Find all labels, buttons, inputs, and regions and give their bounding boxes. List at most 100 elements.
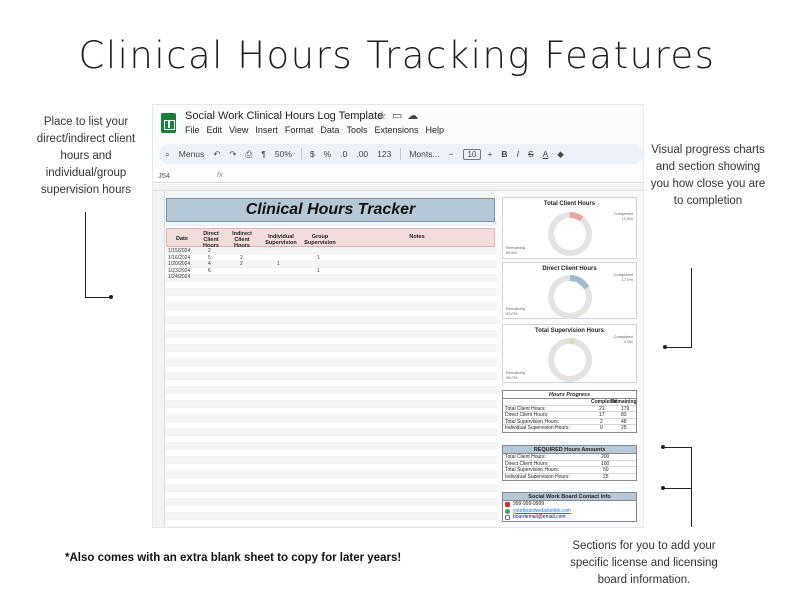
globe-icon xyxy=(505,508,510,514)
text-color-button[interactable]: A xyxy=(543,149,549,159)
redo-icon[interactable]: ↷ xyxy=(229,149,236,160)
tracker-title[interactable]: Clinical Hours Tracker xyxy=(166,198,495,222)
search-icon[interactable]: ⌕ xyxy=(165,149,170,160)
cell-indirect[interactable]: 2 xyxy=(240,261,243,267)
phone-icon xyxy=(505,502,510,507)
note-hours-list: Place to list your direct/indirect clien… xyxy=(36,116,136,196)
required-hours-table: REQUIRED Hours Amounts Total Client Hour… xyxy=(502,445,637,481)
increase-decimal-button[interactable]: .00 xyxy=(356,149,368,159)
undo-icon[interactable]: ↶ xyxy=(213,149,220,160)
header-direct-client: Direct Client Hours xyxy=(203,231,219,249)
italic-button[interactable]: I xyxy=(517,149,519,159)
row-headers[interactable] xyxy=(153,191,165,527)
fill-color-icon[interactable]: ◆ xyxy=(557,149,564,160)
page-title: Clinical Hours Tracking Features xyxy=(78,34,716,77)
font-size-decrease-button[interactable]: − xyxy=(449,149,454,159)
cell-indirect[interactable]: 2 xyxy=(240,255,243,261)
cell-group[interactable]: 1 xyxy=(317,255,320,261)
decrease-decimal-button[interactable]: .0 xyxy=(340,149,347,159)
menu-data[interactable]: Data xyxy=(320,125,339,135)
cell-required[interactable]: 25 xyxy=(603,474,609,481)
note-license-info: Sections for you to add your specific li… xyxy=(570,540,718,586)
sheets-logo-icon[interactable] xyxy=(161,113,176,133)
spreadsheet-window: Social Work Clinical Hours Log Template … xyxy=(152,104,644,528)
cell-completed[interactable]: 0 xyxy=(600,425,603,432)
cell-date[interactable]: 1/20/2024 xyxy=(168,261,190,267)
remaining-label: Remaining 89.5% xyxy=(506,245,526,255)
cell-individual[interactable]: 1 xyxy=(277,261,280,267)
website-link[interactable]: yourboardwebsitelink.com xyxy=(513,508,571,514)
contact-email[interactable]: boardemail@email.com xyxy=(503,514,636,521)
chart-direct-client-hours[interactable]: Direct Client Hours Completed 17.0% Remai… xyxy=(502,262,637,319)
menu-insert[interactable]: Insert xyxy=(255,125,278,135)
font-size-input[interactable]: 10 xyxy=(462,148,482,160)
column-headers[interactable] xyxy=(153,184,643,191)
table-row[interactable]: 1/24/2024 xyxy=(166,274,495,281)
search-menus[interactable]: Menus xyxy=(179,149,205,159)
connector-right-horizontal xyxy=(665,347,692,348)
chart-total-client-hours[interactable]: Total Client Hours Completed 10.5% Remain… xyxy=(502,197,637,259)
percent-format-button[interactable]: % xyxy=(324,149,332,159)
cloud-icon[interactable]: ☁ xyxy=(407,110,423,122)
cell-date[interactable]: 1/23/2024 xyxy=(168,268,190,274)
header-individual-supervision: Individual Supervision xyxy=(265,234,297,246)
cell-direct[interactable]: 4 xyxy=(208,261,211,267)
number-format-button[interactable]: 123 xyxy=(377,149,391,159)
menu-edit[interactable]: Edit xyxy=(207,125,223,135)
cell-direct[interactable]: 5 xyxy=(208,255,211,261)
bold-button[interactable]: B xyxy=(501,149,507,159)
connector-bottom-vertical xyxy=(691,447,692,527)
formula-bar: J54 fx xyxy=(153,169,643,183)
donut-chart xyxy=(548,275,592,319)
menu-file[interactable]: File xyxy=(185,125,200,135)
folder-icon[interactable]: ▭ xyxy=(392,110,407,122)
font-size-increase-button[interactable]: + xyxy=(487,149,492,159)
phone-value[interactable]: 999-999-9999 xyxy=(513,501,544,507)
menu-help[interactable]: Help xyxy=(425,125,444,135)
header-notes: Notes xyxy=(409,234,425,240)
menu-extensions[interactable]: Extensions xyxy=(374,125,418,135)
cell-date[interactable]: 1/15/2024 xyxy=(168,248,190,254)
completed-label: Completed 10.5% xyxy=(613,211,633,221)
cell-date[interactable]: 1/24/2024 xyxy=(168,274,190,280)
chart-title: Total Client Hours xyxy=(543,201,596,207)
cell-direct[interactable]: 2 xyxy=(208,248,211,254)
currency-format-button[interactable]: $ xyxy=(310,149,315,159)
fx-icon: fx xyxy=(217,170,223,179)
strikethrough-button[interactable]: S xyxy=(528,149,534,159)
connector-left-vertical xyxy=(85,212,86,298)
table-row[interactable]: Individual Supervision Hours: 25 xyxy=(503,474,636,481)
cell-date[interactable]: 1/16/2024 xyxy=(168,255,190,261)
menu-format[interactable]: Format xyxy=(285,125,314,135)
paint-format-icon[interactable]: ¶ xyxy=(261,149,266,159)
email-icon xyxy=(505,515,510,520)
row-label: Individual Supervision Hours: xyxy=(505,425,570,431)
donut-chart xyxy=(548,338,592,382)
zoom-select[interactable]: 50% xyxy=(275,149,292,159)
divider xyxy=(300,148,302,160)
cell-remaining[interactable]: 25 xyxy=(621,425,627,432)
footer-note: *Also comes with an extra blank sheet to… xyxy=(65,552,402,564)
print-icon[interactable]: ⎙ xyxy=(246,149,253,160)
cell-group[interactable]: 1 xyxy=(317,268,320,274)
email-value[interactable]: boardemail@email.com xyxy=(513,514,566,520)
menu-bar: File Edit View Insert Format Data Tools … xyxy=(185,125,444,135)
name-box[interactable]: J54 xyxy=(158,171,170,180)
table-row[interactable]: Individual Supervision Hours: 0 25 xyxy=(503,425,636,432)
document-title[interactable]: Social Work Clinical Hours Log Template xyxy=(185,110,383,122)
font-select[interactable]: Monts... xyxy=(409,149,439,159)
connector-left-horizontal xyxy=(85,297,111,298)
connector-left-dot xyxy=(109,295,113,299)
menu-tools[interactable]: Tools xyxy=(346,125,367,135)
chart-total-supervision-hours[interactable]: Total Supervision Hours Completed 4.0% Re… xyxy=(502,324,637,383)
toolbar: ⌕ Menus ↶ ↷ ⎙ ¶ 50% $ % .0 .00 123 Monts… xyxy=(159,144,643,164)
connector-right-vertical xyxy=(691,268,692,348)
star-icon[interactable]: ☆ xyxy=(377,110,392,122)
cell-direct[interactable]: 6 xyxy=(208,268,211,274)
note-progress-charts: Visual progress charts and section showi… xyxy=(650,144,766,207)
title-icons: ☆▭☁ xyxy=(377,109,423,122)
connector-bottom-dot-1 xyxy=(661,445,665,449)
menu-view[interactable]: View xyxy=(229,125,248,135)
completed-label: Completed 17.0% xyxy=(613,272,633,282)
connector-bottom-horizontal-2 xyxy=(663,488,692,489)
